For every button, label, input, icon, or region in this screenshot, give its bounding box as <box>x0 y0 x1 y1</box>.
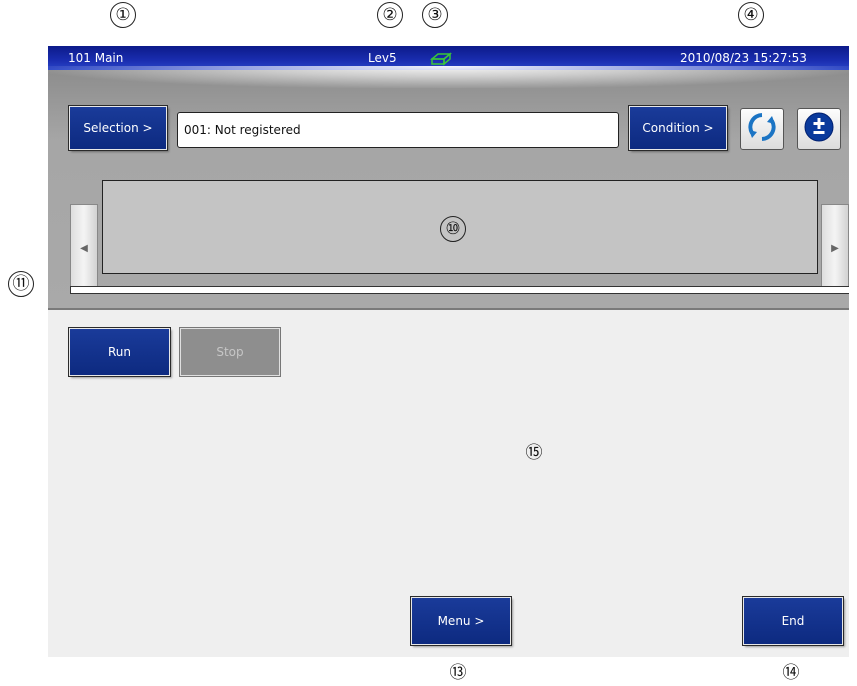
end-button[interactable]: End <box>743 597 843 645</box>
menu-button[interactable]: Menu > <box>411 597 511 645</box>
right-arrow-icon: ▶ <box>831 242 839 254</box>
stop-button: Stop <box>180 328 280 376</box>
run-button[interactable]: Run <box>69 328 170 376</box>
refresh-button[interactable] <box>740 108 784 150</box>
callout-11: ⑪ <box>8 271 34 297</box>
callout-15: ⑮ <box>525 443 543 463</box>
scroll-left-button[interactable]: ◀ <box>70 204 98 292</box>
adjust-button[interactable] <box>797 108 841 150</box>
screen-name: 101 Main <box>68 51 124 65</box>
datetime: 2010/08/23 15:27:53 <box>680 51 807 65</box>
left-arrow-icon: ◀ <box>80 242 88 254</box>
callout-13: ⑬ <box>449 663 467 683</box>
control-panel: Selection > 001: Not registered Conditio… <box>48 66 849 310</box>
hmi-screen: 101 Main Lev5 2010/08/23 15:27:53 Select… <box>48 46 849 657</box>
callout-2: ② <box>377 2 403 28</box>
refresh-icon <box>745 110 779 148</box>
selection-button[interactable]: Selection > <box>69 106 167 150</box>
callout-3: ③ <box>422 2 448 28</box>
header-highlight <box>48 66 849 88</box>
callout-1: ① <box>110 2 136 28</box>
plus-minus-icon <box>803 111 835 147</box>
level-indicator: Lev5 <box>368 51 397 65</box>
scroll-right-button[interactable]: ▶ <box>821 204 849 292</box>
condition-button[interactable]: Condition > <box>629 106 727 150</box>
callout-10: ⑩ <box>440 216 466 242</box>
callout-14: ⑭ <box>782 663 800 683</box>
selection-field[interactable]: 001: Not registered <box>177 112 619 148</box>
progress-bar <box>70 286 849 294</box>
callout-4: ④ <box>738 2 764 28</box>
